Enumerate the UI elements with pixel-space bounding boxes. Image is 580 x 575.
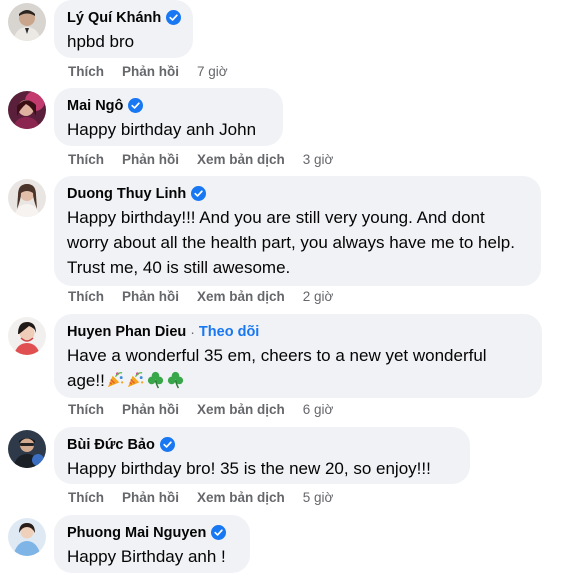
verified-badge-icon	[191, 186, 207, 201]
commenter-name[interactable]: Lý Quí Khánh	[67, 10, 161, 26]
avatar[interactable]	[8, 91, 46, 129]
reply-button[interactable]: Phản hồi	[122, 64, 179, 79]
avatar[interactable]	[8, 430, 46, 468]
comment-text: Happy birthday anh John	[67, 120, 257, 139]
avatar[interactable]	[8, 3, 46, 41]
commenter-name[interactable]: Huyen Phan Dieu	[67, 324, 186, 340]
comment-time[interactable]: 5 giờ	[303, 490, 334, 505]
party-popper-icon	[126, 370, 145, 389]
comment-time[interactable]: 6 giờ	[303, 402, 334, 417]
comment-bubble: Phuong Mai Nguyen Happy Birthday anh !	[54, 515, 250, 573]
commenter-name[interactable]: Phuong Mai Nguyen	[67, 525, 206, 541]
follow-button[interactable]: Theo dõi	[199, 324, 259, 340]
avatar[interactable]	[8, 179, 46, 217]
shamrock-icon	[146, 370, 165, 389]
reply-button[interactable]: Phản hồi	[122, 289, 179, 304]
comment-text: Happy Birthday anh !	[67, 547, 226, 566]
comment-bubble: Lý Quí Khánh hpbd bro	[54, 0, 193, 58]
verified-badge-icon	[211, 525, 227, 540]
comment-time[interactable]: 3 giờ	[303, 152, 334, 167]
like-button[interactable]: Thích	[68, 490, 104, 505]
like-button[interactable]: Thích	[68, 289, 104, 304]
commenter-name[interactable]: Duong Thuy Linh	[67, 186, 186, 202]
reply-button[interactable]: Phản hồi	[122, 490, 179, 505]
comment-text: Happy birthday!!! And you are still very…	[67, 208, 515, 277]
like-button[interactable]: Thích	[68, 152, 104, 167]
commenter-name[interactable]: Mai Ngô	[67, 98, 123, 114]
verified-badge-icon	[128, 98, 144, 113]
see-translation-button[interactable]: Xem bản dịch	[197, 402, 285, 417]
see-translation-button[interactable]: Xem bản dịch	[197, 152, 285, 167]
like-button[interactable]: Thích	[68, 402, 104, 417]
verified-badge-icon	[166, 10, 182, 25]
comment-bubble: Bùi Đức Bảo Happy birthday bro! 35 is th…	[54, 427, 470, 484]
comment-time[interactable]: 2 giờ	[303, 289, 334, 304]
comment-bubble: Duong Thuy Linh Happy birthday!!! And yo…	[54, 176, 541, 286]
comment-time[interactable]: 7 giờ	[197, 64, 228, 79]
party-popper-icon	[106, 370, 125, 389]
commenter-name[interactable]: Bùi Đức Bảo	[67, 437, 155, 453]
comment-bubble: Mai Ngô Happy birthday anh John	[54, 88, 283, 146]
like-button[interactable]: Thích	[68, 64, 104, 79]
comment-bubble: Huyen Phan Dieu · Theo dõi Have a wonder…	[54, 314, 542, 398]
reply-button[interactable]: Phản hồi	[122, 152, 179, 167]
reply-button[interactable]: Phản hồi	[122, 402, 179, 417]
avatar[interactable]	[8, 518, 46, 556]
separator-dot: ·	[190, 323, 195, 340]
avatar[interactable]	[8, 317, 46, 355]
comment-text: Happy birthday bro! 35 is the new 20, so…	[67, 459, 431, 478]
see-translation-button[interactable]: Xem bản dịch	[197, 490, 285, 505]
shamrock-icon	[166, 370, 185, 389]
comment-text: Have a wonderful 35 em, cheers to a new …	[67, 343, 529, 393]
comment-text: hpbd bro	[67, 32, 135, 51]
verified-badge-icon	[159, 437, 175, 452]
see-translation-button[interactable]: Xem bản dịch	[197, 289, 285, 304]
